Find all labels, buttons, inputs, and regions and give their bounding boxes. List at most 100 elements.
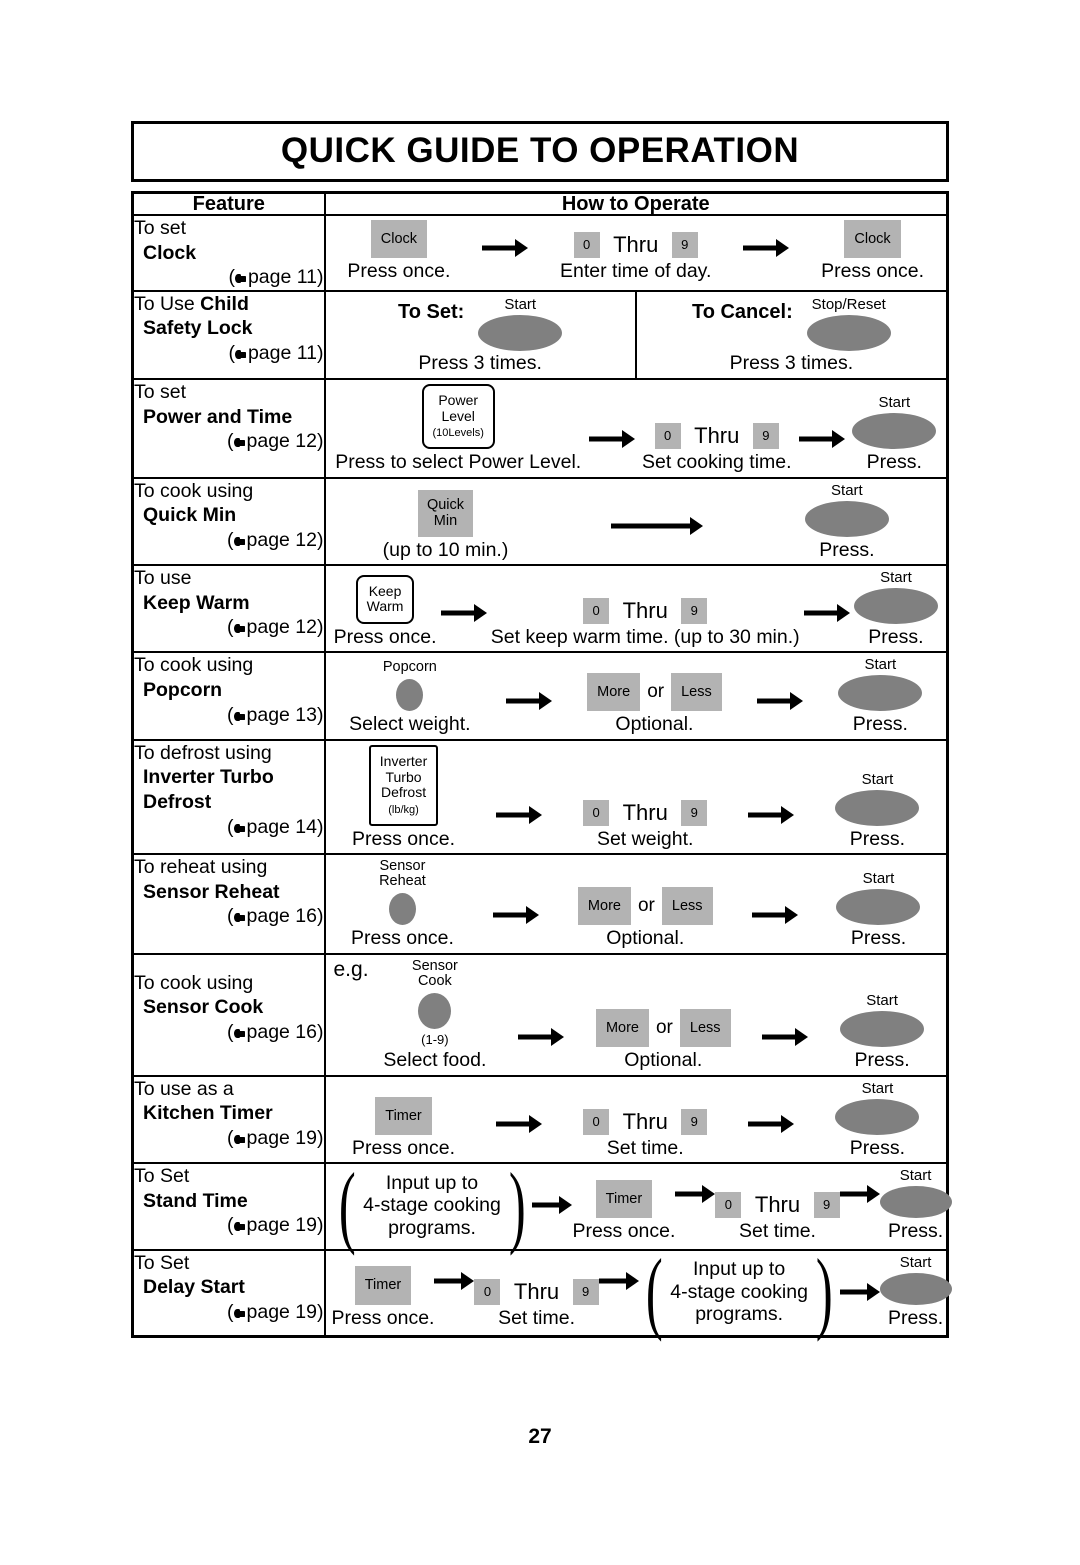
key-start[interactable] <box>852 413 937 450</box>
program-note-text: Input up to 4-stage cooking programs. <box>670 1257 808 1326</box>
step-set-weight: 0 Thru 9 Set weight. <box>583 799 708 850</box>
feature-name: Keep Warm <box>143 591 250 614</box>
pointing-hand-icon <box>233 823 247 834</box>
key-start[interactable] <box>835 789 920 826</box>
feature-name: Popcorn <box>143 679 223 702</box>
feature-cell-power-and-time: To set Power and Time (page 12) <box>131 378 326 479</box>
key-start[interactable] <box>804 500 889 537</box>
key-digit-0[interactable]: 0 <box>573 232 600 259</box>
step-press-start: Start Press. <box>836 871 921 949</box>
key-label-sensor-reheat: Sensor Reheat <box>379 858 426 890</box>
key-start[interactable] <box>838 675 923 712</box>
key-sensor-cook[interactable] <box>418 993 452 1030</box>
key-start[interactable] <box>840 1011 925 1048</box>
step-caption: Press. <box>887 1306 944 1329</box>
key-less[interactable]: Less <box>671 673 722 712</box>
step-caption: Press. <box>868 626 924 649</box>
key-digit-9[interactable]: 9 <box>681 598 708 625</box>
step-caption: Optional. <box>624 1049 703 1072</box>
eg-label: e.g. <box>333 957 369 981</box>
key-timer[interactable]: Timer <box>595 1179 653 1219</box>
arrow-right-icon <box>532 1190 573 1220</box>
step-more-or-less: More or Less Optional. <box>595 1009 731 1072</box>
step-caption: Optional. <box>615 713 694 736</box>
key-stop-reset[interactable] <box>806 314 891 351</box>
step-press-start: Start Press. <box>879 1167 952 1242</box>
step-press-timer: Timer Press once. <box>331 1266 435 1329</box>
key-start[interactable] <box>879 1186 952 1219</box>
step-press-defrost: Inverter Turbo Defrost (lb/kg) Press onc… <box>352 744 455 850</box>
program-note-group: ( Input up to 4-stage cooking programs. … <box>639 1240 840 1343</box>
arrow-right-icon <box>440 598 487 628</box>
operate-cell-sensor-reheat: Sensor Reheat Press once. More or Less O… <box>323 853 949 955</box>
step-set-time: 0 Thru 9 Set time. <box>715 1192 840 1242</box>
key-digit-9[interactable]: 9 <box>681 1108 708 1135</box>
step-press-start: Start Press. <box>879 1253 952 1329</box>
key-less[interactable]: Less <box>679 1009 731 1048</box>
thru-label: Thru <box>613 232 659 258</box>
step-enter-time: 0 Thru 9 Enter time of day. <box>560 232 711 282</box>
key-timer[interactable]: Timer <box>354 1266 412 1305</box>
key-digit-9[interactable]: 9 <box>813 1192 840 1219</box>
paren-right-icon: ) <box>815 1240 833 1343</box>
pointing-hand-icon <box>233 1134 247 1145</box>
key-popcorn[interactable] <box>396 679 424 712</box>
table-row: To set Clock (page 11) Clock Press once. <box>131 214 949 292</box>
key-digit-0[interactable]: 0 <box>715 1192 742 1219</box>
step-caption: Press. <box>852 713 908 736</box>
key-digit-0[interactable]: 0 <box>583 598 610 625</box>
key-keep-warm[interactable]: Keep Warm <box>355 574 415 625</box>
key-more[interactable]: More <box>577 887 631 926</box>
feature-cell-popcorn: To cook using Popcorn (page 13) <box>131 651 326 741</box>
table-row: To cook using Quick Min (page 12) Quick … <box>131 476 949 567</box>
key-digit-0[interactable]: 0 <box>654 423 681 450</box>
step-press-stop-reset: Stop/Reset <box>806 297 891 351</box>
step-caption: Press. <box>849 1136 906 1159</box>
key-inverter-turbo-defrost[interactable]: Inverter Turbo Defrost (lb/kg) <box>368 744 439 826</box>
page-reference: (page 19) <box>227 1126 324 1149</box>
key-digit-9[interactable]: 9 <box>671 232 698 259</box>
key-digit-0[interactable]: 0 <box>583 1108 610 1135</box>
key-more[interactable]: More <box>587 673 641 712</box>
pointing-hand-icon <box>233 623 247 634</box>
key-power-level[interactable]: Power Level (10Levels) <box>421 384 495 450</box>
key-label-start: Start <box>880 569 912 587</box>
step-more-or-less: More or Less Optional. <box>577 887 713 950</box>
key-digit-0[interactable]: 0 <box>583 799 610 826</box>
key-label-start: Start <box>878 394 911 412</box>
key-digit-9[interactable]: 9 <box>752 423 779 450</box>
key-label-start: Start <box>866 992 898 1010</box>
table-row: To set Power and Time (page 12) Power Le… <box>131 378 949 479</box>
key-sensor-reheat[interactable] <box>388 893 416 926</box>
key-digit-0[interactable]: 0 <box>474 1278 501 1305</box>
key-clock[interactable]: Clock <box>844 220 901 259</box>
key-quick-min[interactable]: Quick Min <box>417 490 474 537</box>
key-clock[interactable]: Clock <box>370 220 428 259</box>
key-start[interactable] <box>835 1098 920 1135</box>
key-less[interactable]: Less <box>661 887 713 926</box>
key-timer[interactable]: Timer <box>375 1096 432 1135</box>
step-set-time: 0 Thru 9 Set time. <box>583 1108 708 1159</box>
key-start[interactable] <box>478 314 563 351</box>
step-caption: Press. <box>819 538 875 561</box>
operate-cell-stand-time: ( Input up to 4-stage cooking programs. … <box>323 1159 952 1251</box>
feature-intro: To defrost using <box>134 741 272 764</box>
key-digit-9[interactable]: 9 <box>681 799 708 826</box>
key-digit-9[interactable]: 9 <box>572 1278 599 1305</box>
key-label-start: Start <box>899 1167 932 1185</box>
feature-name: Safety Lock <box>143 317 253 340</box>
key-start[interactable] <box>853 588 938 625</box>
feature-name: Sensor Cook <box>143 996 264 1019</box>
arrow-right-icon <box>839 1179 880 1209</box>
step-caption: Press once. <box>331 1306 435 1329</box>
key-label-start: Start <box>899 1253 932 1271</box>
key-start[interactable] <box>836 889 921 926</box>
step-caption: Set weight. <box>596 827 694 850</box>
key-start[interactable] <box>879 1272 952 1305</box>
step-press-start: Start Press. <box>835 1081 920 1159</box>
or-label: or <box>647 681 665 703</box>
table-header-row: Feature How to Operate <box>131 191 949 216</box>
manual-page: QUICK GUIDE TO OPERATION Feature How to … <box>0 0 1080 1565</box>
key-more[interactable]: More <box>595 1009 649 1048</box>
feature-intro: To use as a <box>134 1077 234 1100</box>
